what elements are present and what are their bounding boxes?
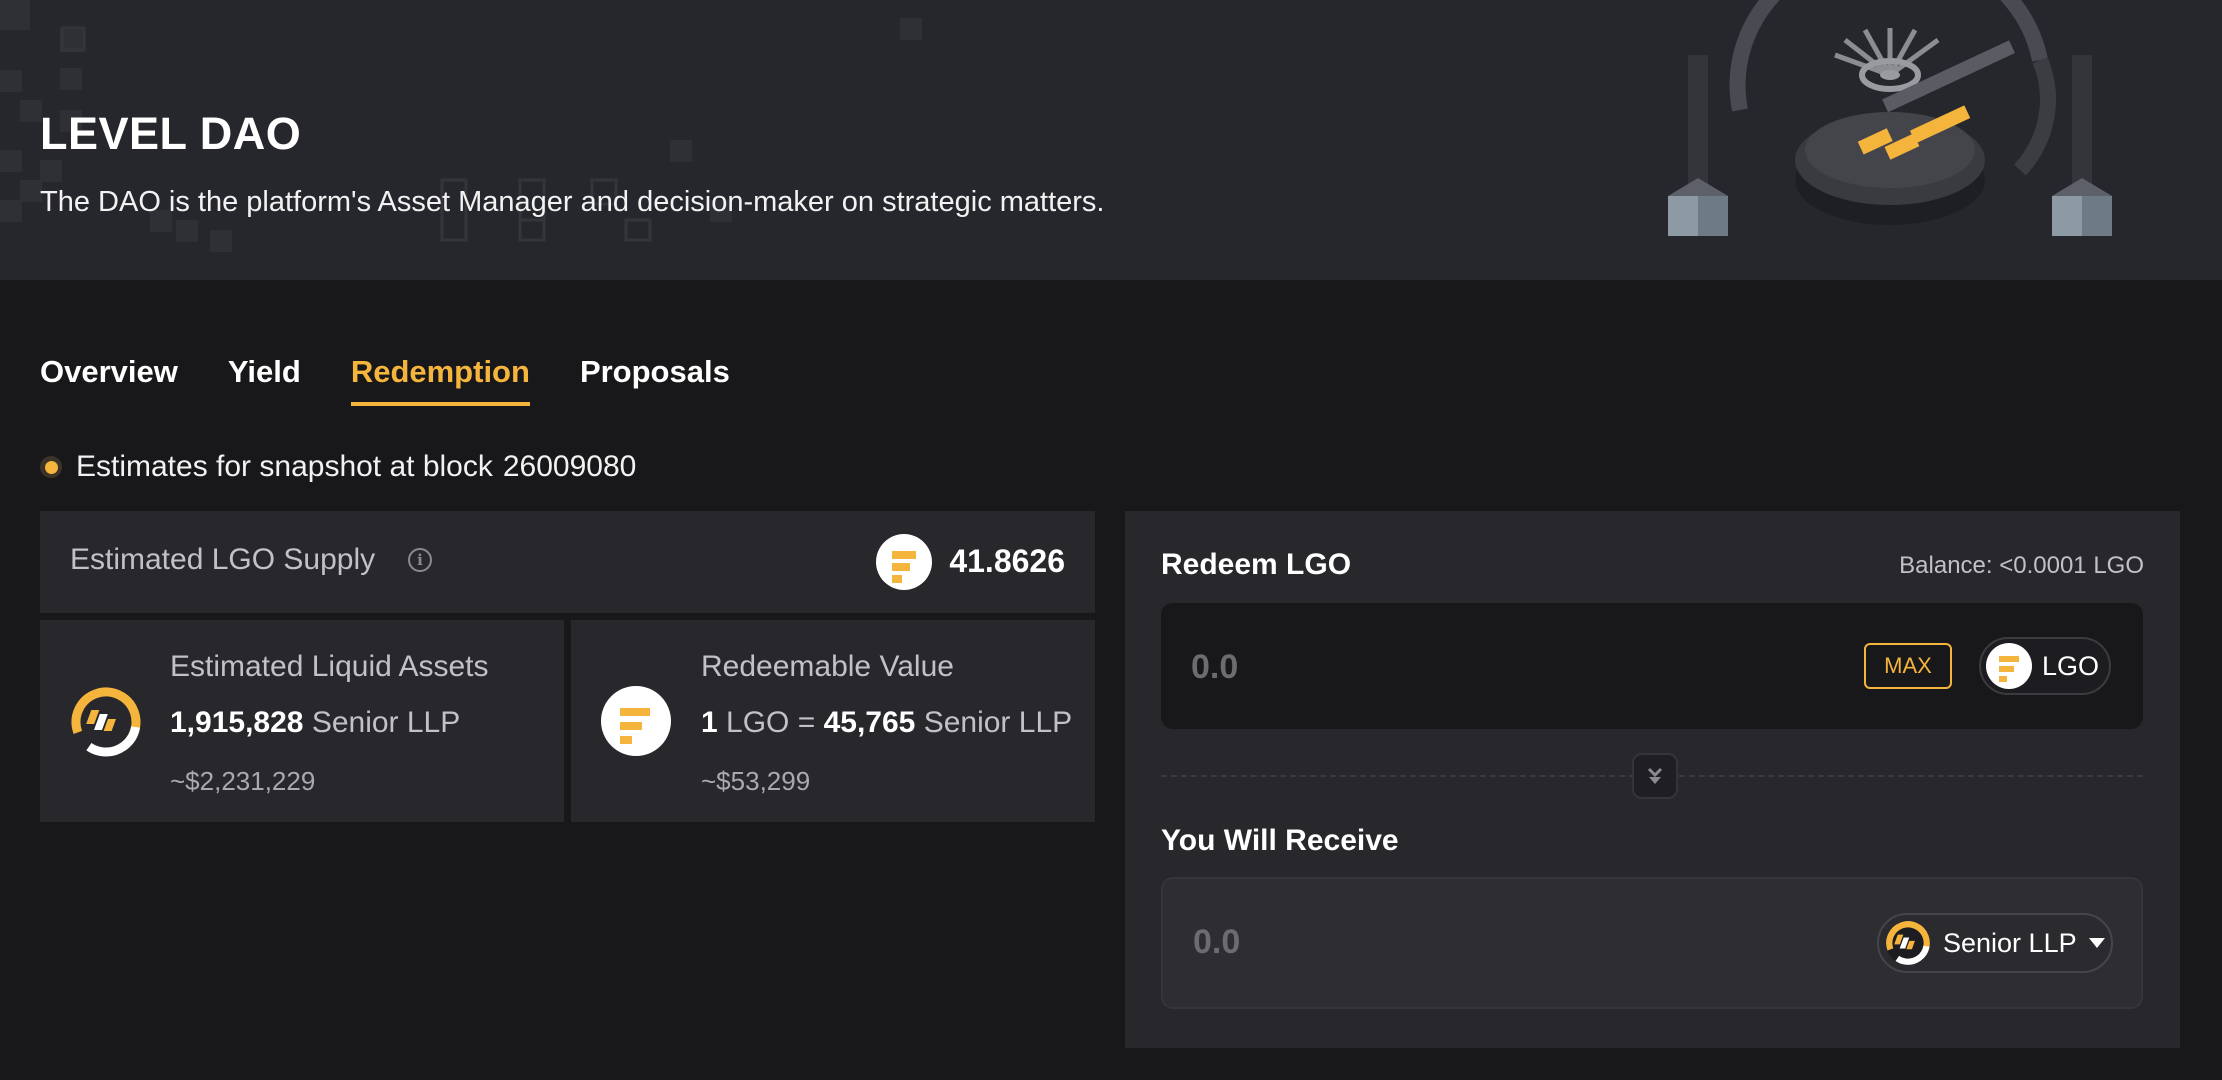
info-icon[interactable]: i [408, 548, 432, 572]
redeemable-value-card: Redeemable Value 1 LGO = 45,765 Senior L… [571, 620, 1095, 822]
redeemable-lhs-unit: LGO = [726, 706, 816, 739]
max-button[interactable]: MAX [1864, 643, 1952, 689]
redeemable-rhs-amount: 45,765 [823, 706, 916, 739]
snapshot-info: Estimates for snapshot at block 26009080 [40, 450, 636, 484]
swap-direction-button[interactable] [1632, 753, 1678, 799]
redeem-input-box: MAX LGO [1161, 603, 2143, 729]
lgo-token-icon [601, 686, 671, 756]
redeemable-usd: ~$53,299 [701, 766, 811, 796]
page-subtitle: The DAO is the platform's Asset Manager … [40, 186, 1105, 218]
lgo-token-selector[interactable]: LGO [1979, 637, 2111, 695]
liquid-assets-value: 1,915,828 [170, 706, 304, 739]
supply-label: Estimated LGO Supply [70, 543, 376, 576]
redeem-amount-input[interactable] [1189, 639, 1793, 695]
redeem-panel: Redeem LGO Balance: <0.0001 LGO MAX LGO … [1125, 511, 2180, 1048]
chevron-double-down-icon [1647, 767, 1663, 784]
liquid-assets-unit: Senior LLP [311, 706, 461, 739]
redeemable-rate: 1 LGO = 45,765 Senior LLP [701, 706, 1072, 740]
lgo-token-icon [876, 534, 932, 590]
status-dot-icon [40, 456, 62, 478]
dao-illustration [1668, 0, 2112, 236]
redeemable-rhs-unit: Senior LLP [923, 706, 1073, 739]
tab-overview[interactable]: Overview [40, 350, 178, 406]
lgo-balance: Balance: <0.0001 LGO [1899, 552, 2144, 579]
senior-llp-token-icon [71, 687, 141, 757]
tab-proposals[interactable]: Proposals [580, 350, 730, 406]
lgo-supply-card: Estimated LGO Supply i 41.8626 [40, 511, 1095, 613]
liquid-assets-usd: ~$2,231,229 [170, 766, 316, 796]
lgo-token-icon [1986, 643, 2032, 689]
liquid-assets-card: Estimated Liquid Assets 1,915,828 Senior… [40, 620, 564, 822]
senior-llp-token-icon [1885, 920, 1931, 966]
header-banner: LEVEL DAO The DAO is the platform's Asse… [0, 0, 2222, 280]
chevron-down-icon [2088, 938, 2105, 948]
supply-value: 41.8626 [949, 543, 1065, 579]
page-title: LEVEL DAO [40, 108, 302, 159]
receive-box: 0.0 Senior LLP [1161, 877, 2143, 1009]
redeemable-title: Redeemable Value [701, 650, 954, 683]
tab-yield[interactable]: Yield [228, 350, 301, 406]
redeem-title: Redeem LGO [1161, 548, 1352, 581]
receive-token-selector[interactable]: Senior LLP [1877, 913, 2113, 973]
liquid-assets-amount: 1,915,828 Senior LLP [170, 706, 460, 740]
redeemable-lhs-amount: 1 [701, 706, 718, 739]
tab-redemption[interactable]: Redemption [350, 350, 530, 406]
dao-tabs: Overview Yield Redemption Proposals [40, 350, 730, 410]
snapshot-block-number: 26009080 [502, 450, 637, 483]
receive-token-label: Senior LLP [1943, 927, 2077, 958]
lgo-token-label: LGO [2042, 650, 2100, 681]
receive-amount: 0.0 [1193, 923, 1241, 961]
liquid-assets-title: Estimated Liquid Assets [170, 650, 489, 683]
snapshot-label: Estimates for snapshot at block [76, 450, 493, 483]
receive-title: You Will Receive [1161, 824, 1399, 857]
